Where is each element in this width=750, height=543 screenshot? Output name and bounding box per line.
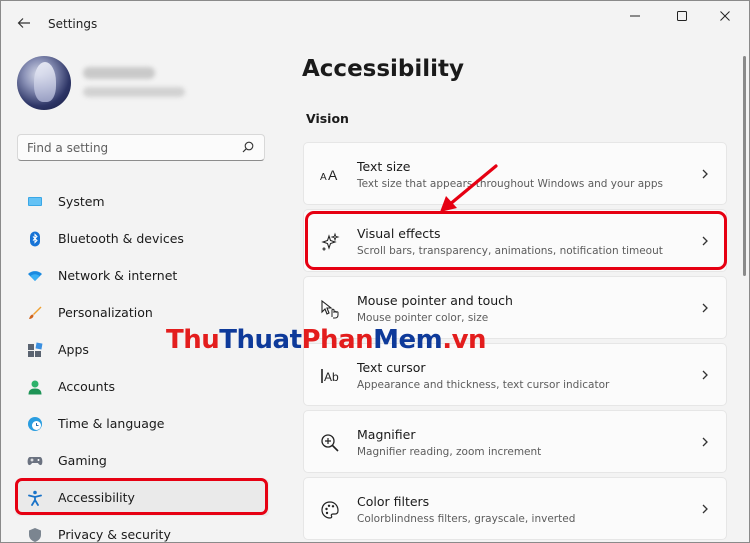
- card-description: Mouse pointer color, size: [357, 312, 489, 324]
- brush-icon: [29, 306, 42, 319]
- svg-text:A: A: [328, 167, 338, 183]
- visual-effects-highlight-box: [305, 211, 727, 270]
- back-button[interactable]: [15, 13, 33, 33]
- watermark-part: .vn: [442, 325, 487, 355]
- card-description: Appearance and thickness, text cursor in…: [357, 379, 610, 391]
- card-description: Colorblindness filters, grayscale, inver…: [357, 513, 576, 525]
- card-title: Text size: [357, 159, 411, 174]
- apps-icon: [28, 342, 43, 357]
- gamepad-icon: [27, 457, 43, 466]
- card-title: Magnifier: [357, 427, 416, 442]
- magnifier-icon: [321, 434, 339, 452]
- card-title: Color filters: [357, 494, 430, 509]
- palette-icon: [321, 501, 339, 519]
- sidebar-item-label: Privacy & security: [58, 527, 171, 542]
- avatar[interactable]: [17, 56, 71, 110]
- sidebar-item-bluetooth[interactable]: Bluetooth & devices: [15, 220, 269, 257]
- sidebar-item-network[interactable]: Network & internet: [15, 257, 269, 294]
- sidebar-item-label: Accounts: [58, 379, 115, 394]
- text-size-icon: A A: [320, 167, 338, 183]
- sidebar-item-label: Time & language: [58, 416, 165, 431]
- close-icon: [720, 11, 730, 21]
- text-cursor-icon: Ab: [321, 369, 339, 384]
- search-input[interactable]: Find a setting: [17, 134, 265, 161]
- minimize-icon: [630, 15, 640, 17]
- section-title-vision: Vision: [306, 111, 349, 126]
- annotation-arrow: [440, 164, 498, 212]
- close-button[interactable]: [705, 7, 745, 29]
- card-description: Text size that appears throughout Window…: [357, 178, 663, 190]
- user-name-blurred: [83, 67, 155, 79]
- watermark-part: Phan: [301, 325, 374, 355]
- card-description: Magnifier reading, zoom increment: [357, 446, 542, 458]
- card-title: Mouse pointer and touch: [357, 293, 513, 308]
- sidebar-item-label: Apps: [58, 342, 89, 357]
- chevron-right-icon: [702, 303, 708, 313]
- sidebar-item-label: Network & internet: [58, 268, 178, 283]
- maximize-button[interactable]: [662, 7, 702, 29]
- maximize-icon: [677, 11, 687, 21]
- sidebar-item-label: Personalization: [58, 305, 153, 320]
- sidebar-item-privacy[interactable]: Privacy & security: [15, 516, 269, 542]
- sidebar-item-system[interactable]: System: [15, 183, 269, 220]
- search-icon: [242, 141, 254, 153]
- sidebar-item-accounts[interactable]: Accounts: [15, 368, 269, 405]
- sidebar-item-gaming[interactable]: Gaming: [15, 442, 269, 479]
- title-bar: Settings: [1, 1, 749, 47]
- sidebar-item-label: System: [58, 194, 105, 209]
- card-magnifier[interactable]: Magnifier Magnifier reading, zoom increm…: [303, 410, 727, 473]
- watermark: ThuThuatPhanMem.vn: [166, 325, 487, 355]
- watermark-part: Thu: [166, 325, 220, 355]
- accessibility-highlight-box: [15, 478, 268, 515]
- scrollbar[interactable]: [743, 56, 746, 276]
- chevron-right-icon: [702, 169, 708, 179]
- monitor-icon: [28, 197, 42, 206]
- page-title: Accessibility: [302, 56, 465, 82]
- shield-icon: [29, 528, 41, 542]
- watermark-part: Mem: [373, 325, 443, 355]
- wifi-icon: [28, 271, 42, 281]
- watermark-part: Thuat: [219, 325, 302, 355]
- search-placeholder: Find a setting: [27, 141, 109, 155]
- clock-globe-icon: [28, 417, 42, 431]
- minimize-button[interactable]: [615, 7, 655, 29]
- user-email-blurred: [83, 87, 185, 97]
- chevron-right-icon: [702, 437, 708, 447]
- settings-window: Settings Find a setting System Bluetooth…: [0, 0, 750, 543]
- card-title: Text cursor: [357, 360, 426, 375]
- card-text-size[interactable]: A A Text size Text size that appears thr…: [303, 142, 727, 205]
- card-color-filters[interactable]: Color filters Colorblindness filters, gr…: [303, 477, 727, 540]
- chevron-right-icon: [702, 504, 708, 514]
- app-title: Settings: [48, 17, 98, 31]
- bluetooth-icon: [30, 231, 40, 247]
- person-icon: [28, 380, 42, 395]
- sidebar-item-label: Gaming: [58, 453, 107, 468]
- sidebar-item-label: Bluetooth & devices: [58, 231, 184, 246]
- chevron-right-icon: [702, 370, 708, 380]
- sidebar-item-time-language[interactable]: Time & language: [15, 405, 269, 442]
- svg-text:Ab: Ab: [324, 370, 339, 384]
- svg-text:A: A: [320, 172, 327, 183]
- mouse-pointer-icon: [321, 299, 339, 319]
- arrow-left-icon: [17, 18, 30, 28]
